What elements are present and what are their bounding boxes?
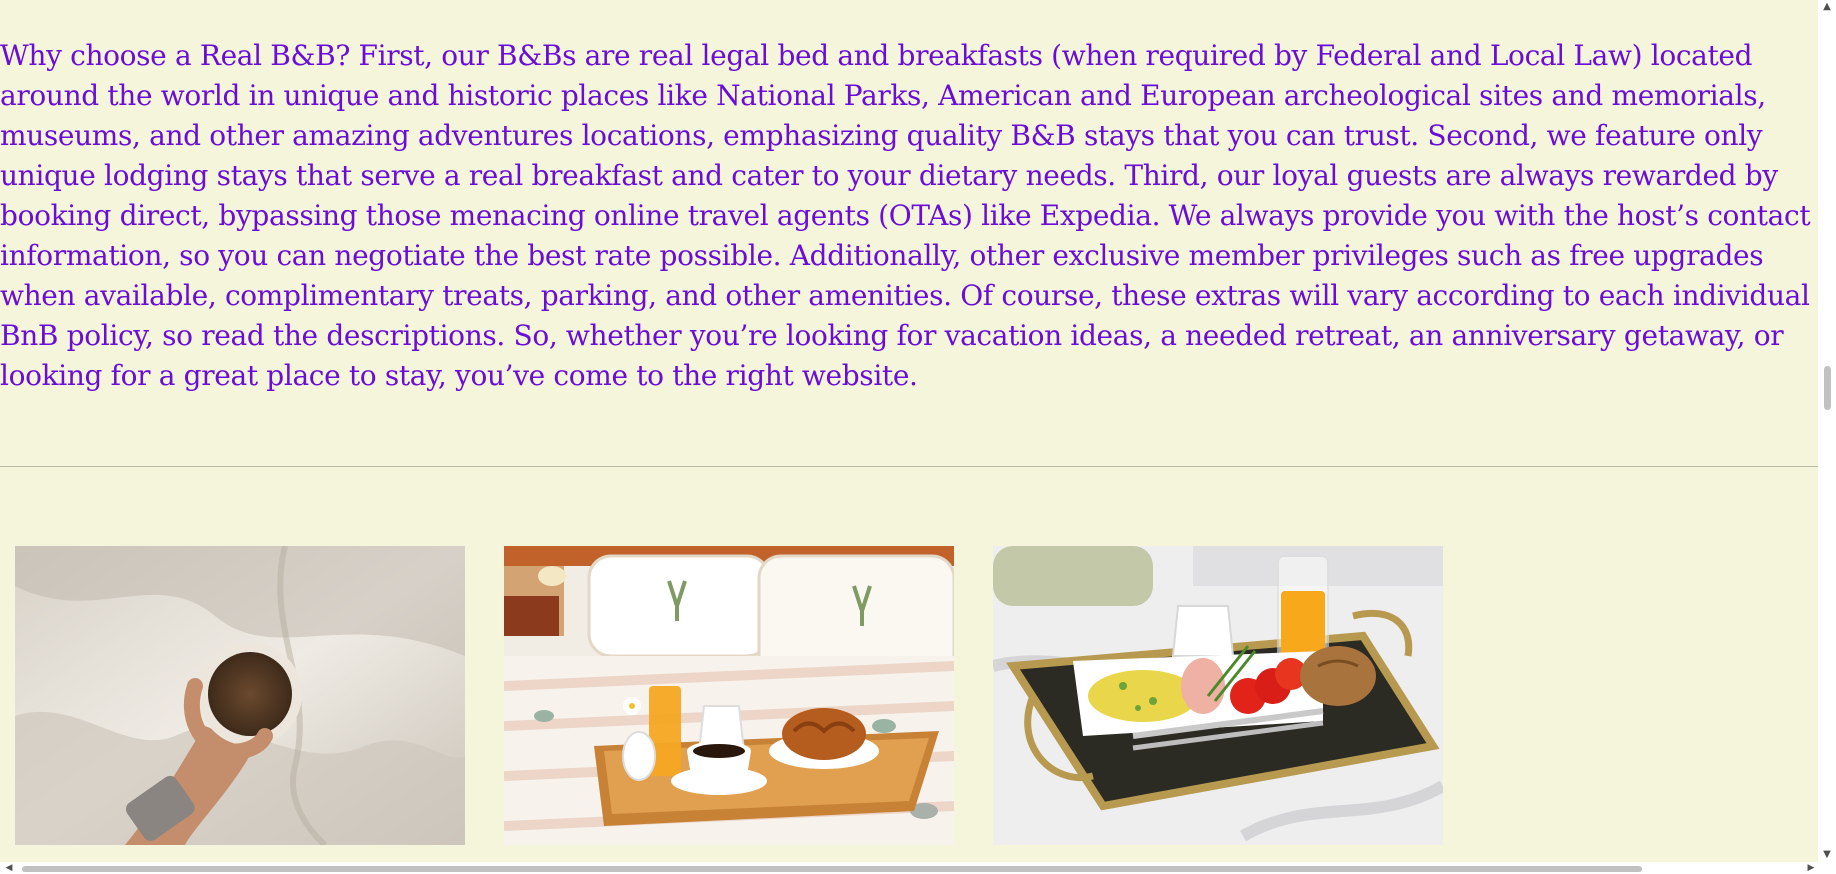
gallery-photo-coffee-in-bed (15, 546, 465, 845)
chevron-up-icon[interactable]: ▲ (1818, 0, 1836, 14)
photo-image (504, 546, 954, 845)
chevron-down-icon[interactable]: ▼ (1818, 848, 1836, 862)
intro-paragraph: Why choose a Real B&B? First, our B&Bs a… (0, 39, 1811, 392)
gallery-photo-breakfast-tray-eggs (993, 546, 1443, 845)
section-divider (0, 466, 1818, 467)
chevron-left-icon[interactable]: ◀ (2, 862, 16, 874)
vertical-scrollbar-thumb[interactable] (1824, 366, 1831, 410)
photo-image (15, 546, 465, 845)
page-viewport: Why choose a Real B&B? First, our B&Bs a… (0, 0, 1818, 862)
photo-image (993, 546, 1443, 845)
vertical-scrollbar[interactable]: ▲ ▼ (1818, 0, 1836, 862)
chevron-right-icon[interactable]: ▶ (1804, 862, 1818, 874)
horizontal-scrollbar[interactable]: ◀ ▶ (0, 862, 1836, 874)
horizontal-scrollbar-thumb[interactable] (22, 866, 1642, 872)
gallery-photo-breakfast-tray-bed (504, 546, 954, 845)
